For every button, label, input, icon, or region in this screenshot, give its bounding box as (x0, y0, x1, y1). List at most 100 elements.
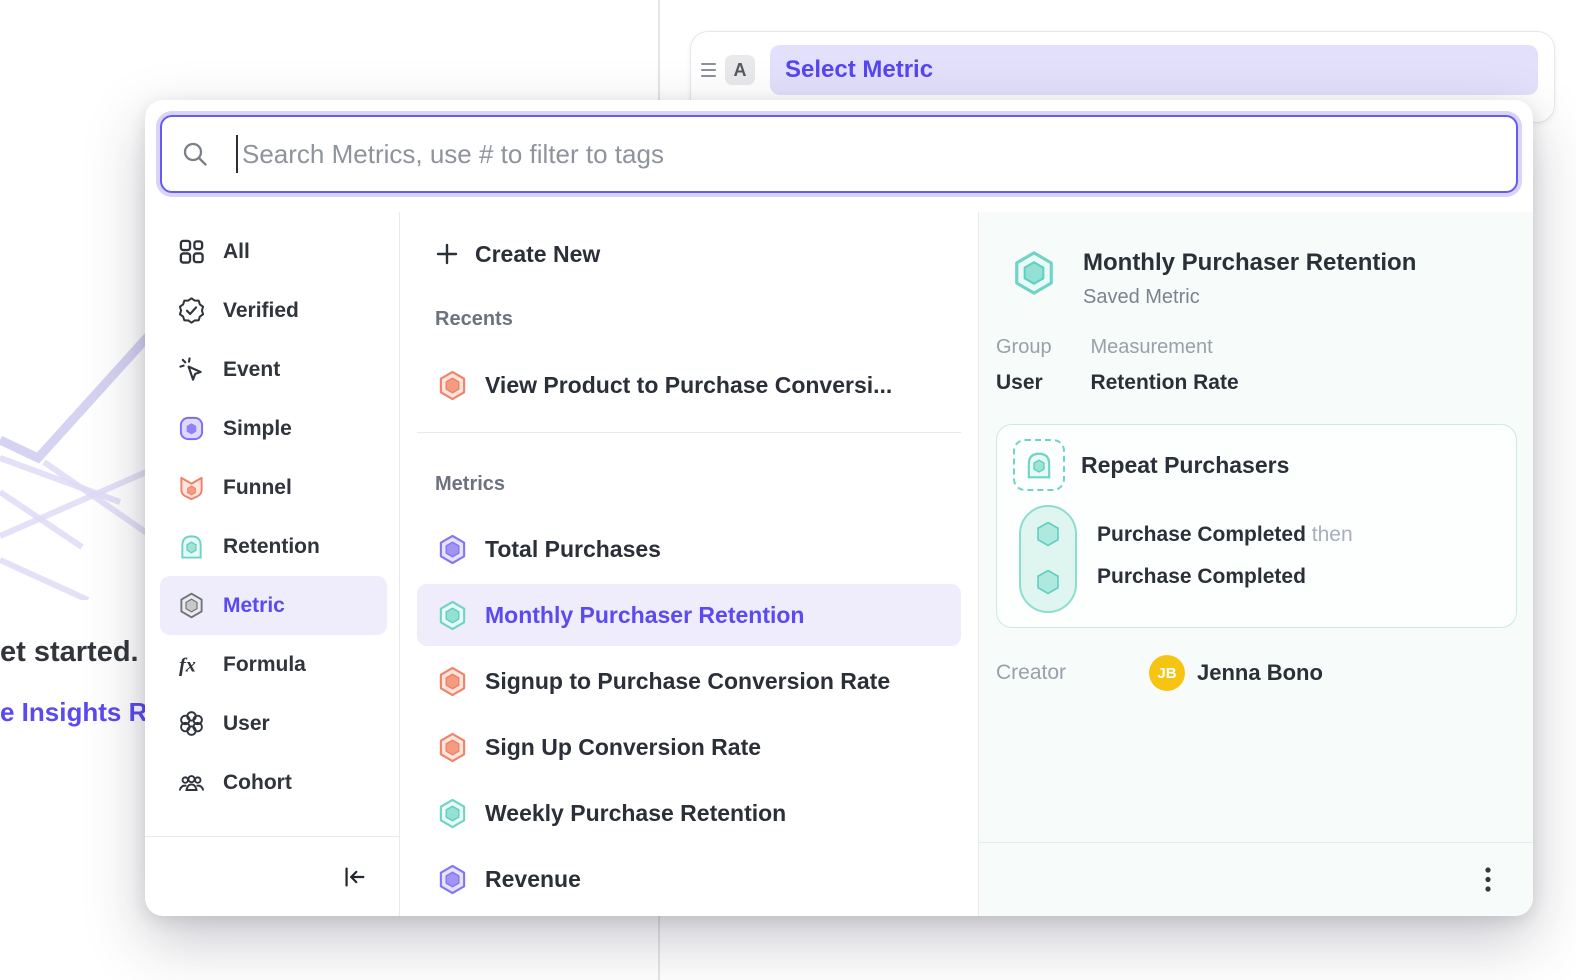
plus-icon (435, 242, 459, 266)
metric-item-label: Sign Up Conversion Rate (485, 734, 761, 761)
creator-avatar: JB (1149, 655, 1185, 691)
retention-step-icon-frame (1013, 439, 1065, 491)
metric-item-label: Signup to Purchase Conversion Rate (485, 668, 890, 695)
saved-metric-orange-icon (437, 370, 468, 401)
create-new-button[interactable]: Create New (400, 232, 978, 276)
metric-item-label: Weekly Purchase Retention (485, 800, 786, 827)
sidebar-item-all[interactable]: All (160, 222, 387, 281)
sidebar-item-label: Funnel (223, 476, 292, 500)
select-metric-label: Select Metric (785, 56, 933, 84)
collapse-left-icon (341, 864, 367, 890)
group-label: Group (996, 336, 1086, 359)
text-caret (236, 135, 238, 173)
metric-definition-card: Repeat Purchasers Purchase Completed the… (996, 424, 1517, 628)
saved-metric-orange-icon (437, 732, 468, 763)
metric-item-label: Revenue (485, 866, 581, 893)
metric-item-monthly-purchaser-retention[interactable]: Monthly Purchaser Retention (417, 584, 961, 646)
list-divider (417, 432, 961, 433)
user-flower-icon (178, 710, 205, 737)
detail-properties: Group Measurement User Retention Rate (996, 336, 1239, 395)
metric-item-weekly-purchase-retention[interactable]: Weekly Purchase Retention (417, 782, 961, 844)
select-metric-button[interactable]: Select Metric (770, 45, 1538, 95)
insights-report-link[interactable]: e Insights Re (0, 697, 162, 728)
definition-step-1: Purchase Completed then (1097, 521, 1353, 549)
series-letter-badge: A (725, 55, 755, 85)
get-started-text: et started. (0, 636, 139, 669)
metric-list-column: Create New Recents View Product to Purch… (400, 212, 978, 916)
svg-text:fx: fx (179, 654, 196, 676)
sidebar-item-formula[interactable]: fx Formula (160, 635, 387, 694)
group-value: User (996, 371, 1086, 395)
metrics-list: Total Purchases Monthly Purchaser Retent… (400, 518, 978, 910)
sidebar-item-label: Formula (223, 653, 306, 677)
sidebar-item-label: Metric (223, 594, 285, 618)
metric-hexagon-gray-icon (178, 592, 205, 619)
background-illustration (0, 330, 160, 600)
saved-metric-purple-icon (437, 864, 468, 895)
sidebar-item-label: Retention (223, 535, 320, 559)
funnel-steps-capsule (1019, 505, 1077, 613)
detail-title: Monthly Purchaser Retention (1083, 248, 1416, 278)
drag-handle-icon[interactable] (701, 63, 716, 77)
recents-header: Recents (400, 306, 978, 332)
create-new-label: Create New (475, 241, 600, 268)
sidebar-item-retention[interactable]: Retention (160, 517, 387, 576)
measurement-value: Retention Rate (1090, 371, 1238, 395)
saved-metric-teal-icon (437, 798, 468, 829)
collapse-sidebar-button[interactable] (337, 860, 371, 894)
saved-metric-orange-icon (437, 666, 468, 697)
sidebar-item-label: Simple (223, 417, 292, 441)
sidebar-item-label: Cohort (223, 771, 292, 795)
saved-metric-teal-icon (1011, 250, 1057, 296)
search-box (160, 115, 1518, 193)
sidebar-footer (145, 836, 399, 916)
more-options-button[interactable] (1471, 859, 1505, 901)
sidebar-item-funnel[interactable]: Funnel (160, 458, 387, 517)
sidebar-item-label: Event (223, 358, 280, 382)
sidebar-item-label: Verified (223, 299, 299, 323)
definition-name: Repeat Purchasers (1081, 439, 1289, 491)
saved-metric-purple-icon (437, 534, 468, 565)
page: et started. e Insights Re A Select Metri… (0, 0, 1576, 980)
retention-report-icon (178, 533, 205, 560)
event-hexagon-icon (1035, 521, 1061, 547)
metrics-header: Metrics (400, 471, 978, 497)
recent-item-view-product-to-purchase-conversi[interactable]: View Product to Purchase Conversi... (417, 354, 961, 416)
sidebar-item-user[interactable]: User (160, 694, 387, 753)
creator-name: Jenna Bono (1197, 660, 1323, 686)
measurement-label: Measurement (1090, 336, 1212, 359)
metric-item-revenue[interactable]: Revenue (417, 848, 961, 910)
type-filter-sidebar: All Verified Event Simple Funnel Retenti… (145, 212, 400, 916)
retention-report-icon (1024, 450, 1054, 480)
funnel-report-icon (178, 474, 205, 501)
search-icon (181, 140, 209, 168)
recent-item-label: View Product to Purchase Conversi... (485, 372, 892, 399)
kebab-menu-icon (1477, 865, 1499, 895)
sidebar-item-event[interactable]: Event (160, 340, 387, 399)
metric-item-signup-to-purchase-conversion-rate[interactable]: Signup to Purchase Conversion Rate (417, 650, 961, 712)
step-connector: then (1312, 523, 1353, 546)
grid-icon (178, 238, 205, 265)
detail-subtitle: Saved Metric (1083, 286, 1416, 309)
picker-columns: All Verified Event Simple Funnel Retenti… (145, 212, 1533, 916)
sidebar-item-simple[interactable]: Simple (160, 399, 387, 458)
event-hexagon-icon (1035, 569, 1061, 595)
metric-item-sign-up-conversion-rate[interactable]: Sign Up Conversion Rate (417, 716, 961, 778)
cohort-people-icon (178, 769, 205, 796)
cursor-click-icon (178, 356, 205, 383)
sidebar-item-cohort[interactable]: Cohort (160, 753, 387, 812)
metric-picker-modal: All Verified Event Simple Funnel Retenti… (145, 100, 1533, 916)
recents-list: View Product to Purchase Conversi... (400, 354, 978, 416)
definition-step-2: Purchase Completed (1097, 563, 1306, 591)
sidebar-item-verified[interactable]: Verified (160, 281, 387, 340)
metric-item-total-purchases[interactable]: Total Purchases (417, 518, 961, 580)
detail-header: Monthly Purchaser Retention Saved Metric (1011, 248, 1416, 309)
formula-icon: fx (178, 651, 205, 678)
search-input[interactable] (240, 138, 1516, 171)
creator-label: Creator (996, 661, 1066, 685)
metric-detail-panel: Monthly Purchaser Retention Saved Metric… (978, 212, 1533, 916)
sidebar-item-label: User (223, 712, 270, 736)
sidebar-item-metric[interactable]: Metric (160, 576, 387, 635)
verified-badge-icon (178, 297, 205, 324)
simple-report-icon (178, 415, 205, 442)
